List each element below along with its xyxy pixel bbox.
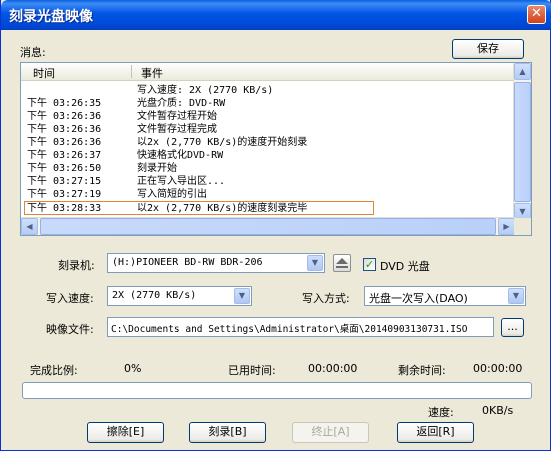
log-row-time: 下午 03:26:37 <box>27 150 102 161</box>
log-row-event: 写入简短的引出 <box>137 189 207 200</box>
column-divider[interactable] <box>131 65 132 78</box>
eject-icon <box>336 258 348 268</box>
log-row-time: 下午 03:26:36 <box>27 111 102 122</box>
log-row-event: 光盘介质: DVD-RW <box>137 98 226 109</box>
log-row-time: 下午 03:26:36 <box>27 124 102 135</box>
log-row-time: 下午 03:28:33 <box>27 203 102 214</box>
checkmark-icon: ✓ <box>364 258 375 271</box>
write-speed-select[interactable]: 2X (2770 KB/s) ▼ <box>107 286 252 306</box>
recorder-label: 刻录机: <box>58 259 95 272</box>
log-row-time: 下午 03:26:50 <box>27 163 102 174</box>
window-title: 刻录光盘映像 <box>9 9 93 25</box>
dvd-checkbox[interactable]: ✓ <box>363 258 376 271</box>
log-row-time: 下午 03:26:36 <box>27 137 102 148</box>
write-speed-label: 写入速度: <box>46 292 94 305</box>
speed-label: 速度: <box>428 406 454 419</box>
arrow-right-icon: ▶ <box>503 222 510 231</box>
remaining-label: 剩余时间: <box>398 364 446 377</box>
write-mode-value: 光盘一次写入(DAO) <box>369 292 468 305</box>
log-row-event: 以2x (2,770 KB/s)的速度开始刻录 <box>137 137 308 148</box>
log-row-time: 下午 03:26:35 <box>27 98 102 109</box>
title-bar[interactable]: 刻录光盘映像 ✕ <box>1 0 551 30</box>
image-file-value: C:\Documents and Settings\Administrator\… <box>111 324 468 335</box>
vertical-scrollbar[interactable]: ▲ ▼ <box>513 63 531 220</box>
speed-value: 0KB/s <box>482 404 514 417</box>
column-event[interactable]: 事件 <box>141 65 163 81</box>
log-header: 时间 事件 <box>21 63 515 81</box>
close-icon: ✕ <box>531 6 542 21</box>
log-label: 消息: <box>20 46 46 59</box>
arrow-down-icon: ▼ <box>519 207 526 216</box>
chevron-down-icon[interactable]: ▼ <box>307 255 323 271</box>
erase-button[interactable]: 擦除[E] <box>87 422 164 443</box>
remaining-value: 00:00:00 <box>473 362 523 375</box>
recorder-select[interactable]: (H:)PIONEER BD-RW BDR-206 ▼ <box>107 253 325 273</box>
log-row-time: 下午 03:27:15 <box>27 176 102 187</box>
recorder-value: (H:)PIONEER BD-RW BDR-206 <box>112 257 263 268</box>
completion-label: 完成比例: <box>30 364 78 377</box>
dvd-label: DVD 光盘 <box>380 260 430 273</box>
browse-button[interactable]: ... <box>501 318 524 337</box>
arrow-up-icon: ▲ <box>519 67 526 76</box>
log-row-event: 写入速度: 2X (2770 KB/s) <box>137 85 274 96</box>
log-row-time: 下午 03:27:19 <box>27 189 102 200</box>
stop-button[interactable]: 终止[A] <box>292 422 369 443</box>
scroll-thumb[interactable] <box>514 82 531 202</box>
chevron-down-icon[interactable]: ▼ <box>234 288 250 304</box>
elapsed-label: 已用时间: <box>228 364 276 377</box>
write-mode-label: 写入方式: <box>302 292 350 305</box>
scroll-left-button[interactable]: ◀ <box>21 218 38 235</box>
chevron-down-icon[interactable]: ▼ <box>508 288 524 304</box>
progress-bar <box>22 382 532 399</box>
log-row-event: 正在写入导出区... <box>137 176 226 187</box>
image-file-field[interactable]: C:\Documents and Settings\Administrator\… <box>107 317 494 337</box>
log-row-event: 以2x (2,770 KB/s)的速度刻录完毕 <box>137 203 308 214</box>
column-time[interactable]: 时间 <box>33 65 55 81</box>
scroll-right-button[interactable]: ▶ <box>498 218 515 235</box>
log-row[interactable]: 下午 03:28:33 以2x (2,770 KB/s)的速度刻录完毕 <box>24 201 374 215</box>
arrow-left-icon: ◀ <box>26 222 33 231</box>
scroll-corner <box>514 218 531 235</box>
completion-value: 0% <box>124 362 142 375</box>
log-list[interactable]: 时间 事件 写入速度: 2X (2770 KB/s) 下午 03:26:35 光盘介… <box>20 62 532 236</box>
burn-button[interactable]: 刻录[B] <box>189 422 266 443</box>
burn-image-dialog: 刻录光盘映像 ✕ 消息: 保存 时间 事件 写入速度: 2X (2770 KB/… <box>0 0 551 451</box>
write-mode-select[interactable]: 光盘一次写入(DAO) ▼ <box>364 286 526 306</box>
back-button[interactable]: 返回[R] <box>397 422 474 443</box>
elapsed-value: 00:00:00 <box>308 362 358 375</box>
hscroll-thumb[interactable] <box>40 218 496 235</box>
close-button[interactable]: ✕ <box>527 5 546 24</box>
image-file-label: 映像文件: <box>46 323 94 336</box>
eject-button[interactable] <box>333 254 351 272</box>
horizontal-scrollbar[interactable]: ◀ ▶ <box>21 217 515 235</box>
scroll-up-button[interactable]: ▲ <box>514 63 531 80</box>
save-button[interactable]: 保存 <box>452 39 524 59</box>
log-row-event: 文件暂存过程完成 <box>137 124 217 135</box>
write-speed-value: 2X (2770 KB/s) <box>112 290 197 301</box>
log-row-event: 快速格式化DVD-RW <box>137 150 224 161</box>
log-row-event: 文件暂存过程开始 <box>137 111 217 122</box>
log-row-event: 刻录开始 <box>137 163 177 174</box>
